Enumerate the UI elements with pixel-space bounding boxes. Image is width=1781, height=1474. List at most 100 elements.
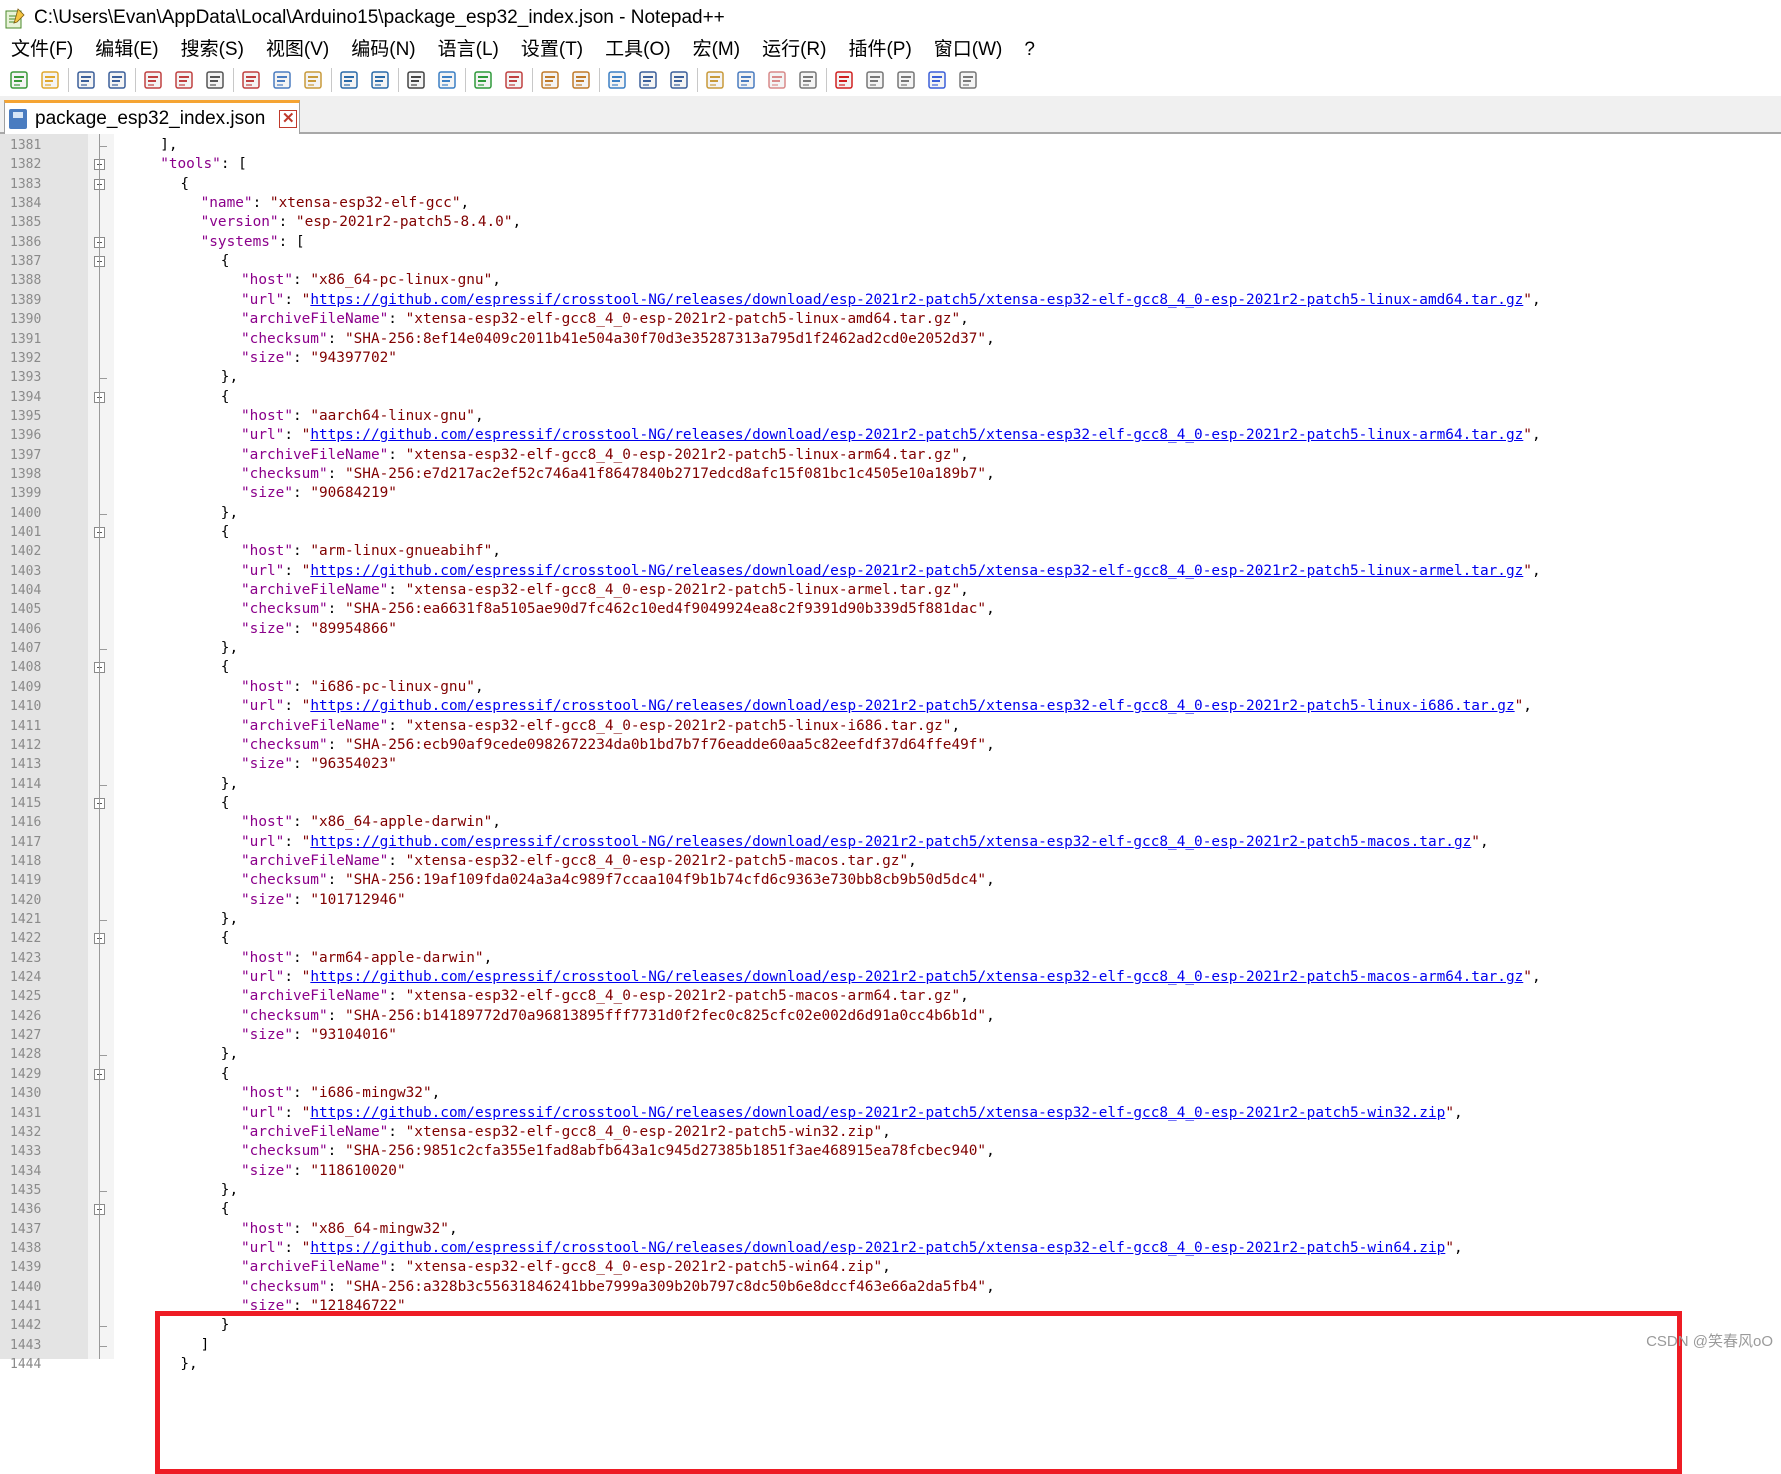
paste-icon[interactable] bbox=[300, 67, 326, 93]
url-link[interactable]: https://github.com/espressif/crosstool-N… bbox=[310, 698, 1514, 714]
menu-item-0[interactable]: 文件(F) bbox=[0, 36, 84, 64]
code-line[interactable]: { bbox=[221, 523, 230, 542]
sync-horizontal-icon[interactable] bbox=[568, 67, 594, 93]
code-line[interactable]: "host": "arm-linux-gnueabihf", bbox=[241, 542, 501, 561]
code-line[interactable]: { bbox=[221, 1065, 230, 1084]
menu-item-4[interactable]: 编码(N) bbox=[340, 36, 426, 64]
code-line[interactable]: "host": "x86_64-mingw32", bbox=[241, 1220, 458, 1239]
code-line[interactable]: "checksum": "SHA-256:e7d217ac2ef52c746a4… bbox=[241, 465, 995, 484]
code-line[interactable]: "checksum": "SHA-256:b14189772d70a968138… bbox=[241, 1007, 995, 1026]
menu-item-2[interactable]: 搜索(S) bbox=[170, 36, 255, 64]
code-line[interactable]: "size": "90684219" bbox=[241, 484, 397, 503]
tab-close-icon[interactable]: ✕ bbox=[279, 109, 298, 128]
code-line[interactable]: }, bbox=[221, 910, 238, 929]
url-link[interactable]: https://github.com/espressif/crosstool-N… bbox=[310, 834, 1471, 850]
code-line[interactable]: "size": "93104016" bbox=[241, 1026, 397, 1045]
code-line[interactable]: "checksum": "SHA-256:ea6631f8a5105ae90d7… bbox=[241, 600, 995, 619]
indent-guide-icon[interactable] bbox=[666, 67, 692, 93]
url-link[interactable]: https://github.com/espressif/crosstool-N… bbox=[310, 1105, 1445, 1121]
code-line[interactable]: "tools": [ bbox=[160, 155, 247, 174]
record-macro-icon[interactable] bbox=[831, 67, 857, 93]
menu-item-1[interactable]: 编辑(E) bbox=[84, 36, 169, 64]
folder-workspace-icon[interactable] bbox=[764, 67, 790, 93]
code-line[interactable]: "archiveFileName": "xtensa-esp32-elf-gcc… bbox=[241, 1258, 891, 1277]
code-line[interactable]: "size": "96354023" bbox=[241, 755, 397, 774]
code-line[interactable]: "url": "https://github.com/espressif/cro… bbox=[241, 968, 1541, 987]
code-line[interactable]: "host": "i686-pc-linux-gnu", bbox=[241, 678, 484, 697]
code-line[interactable]: "size": "94397702" bbox=[241, 349, 397, 368]
zoom-out-icon[interactable] bbox=[501, 67, 527, 93]
code-line[interactable]: "archiveFileName": "xtensa-esp32-elf-gcc… bbox=[241, 1123, 891, 1142]
code-line[interactable]: "host": "aarch64-linux-gnu", bbox=[241, 407, 484, 426]
code-line[interactable]: }, bbox=[221, 639, 238, 658]
url-link[interactable]: https://github.com/espressif/crosstool-N… bbox=[310, 1240, 1445, 1256]
code-line[interactable]: { bbox=[221, 929, 230, 948]
code-line[interactable]: { bbox=[221, 794, 230, 813]
redo-icon[interactable] bbox=[367, 67, 393, 93]
menu-item-9[interactable]: 运行(R) bbox=[751, 36, 837, 64]
code-line[interactable]: "url": "https://github.com/espressif/cro… bbox=[241, 697, 1532, 716]
monitoring-icon[interactable] bbox=[795, 67, 821, 93]
url-link[interactable]: https://github.com/espressif/crosstool-N… bbox=[310, 969, 1523, 985]
cut-icon[interactable] bbox=[238, 67, 264, 93]
menu-item-5[interactable]: 语言(L) bbox=[427, 36, 510, 64]
code-line[interactable]: "host": "arm64-apple-darwin", bbox=[241, 949, 492, 968]
code-line[interactable]: "url": "https://github.com/espressif/cro… bbox=[241, 1239, 1463, 1258]
save-all-icon[interactable] bbox=[104, 67, 130, 93]
word-wrap-icon[interactable] bbox=[604, 67, 630, 93]
code-line[interactable]: "size": "118610020" bbox=[241, 1162, 406, 1181]
code-line[interactable]: "url": "https://github.com/espressif/cro… bbox=[241, 1104, 1463, 1123]
code-line[interactable]: "host": "x86_64-apple-darwin", bbox=[241, 813, 501, 832]
undo-icon[interactable] bbox=[336, 67, 362, 93]
save-icon[interactable] bbox=[73, 67, 99, 93]
copy-icon[interactable] bbox=[269, 67, 295, 93]
menu-item-10[interactable]: 插件(P) bbox=[837, 36, 922, 64]
code-line[interactable]: }, bbox=[221, 368, 238, 387]
code-line[interactable]: "archiveFileName": "xtensa-esp32-elf-gcc… bbox=[241, 987, 969, 1006]
code-line[interactable]: "archiveFileName": "xtensa-esp32-elf-gcc… bbox=[241, 852, 917, 871]
code-line[interactable]: "name": "xtensa-esp32-elf-gcc", bbox=[201, 194, 470, 213]
code-line[interactable]: "checksum": "SHA-256:a328b3c55631846241b… bbox=[241, 1278, 995, 1297]
code-line[interactable]: { bbox=[221, 388, 230, 407]
code-line[interactable]: "checksum": "SHA-256:ecb90af9cede0982672… bbox=[241, 736, 995, 755]
menu-item-8[interactable]: 宏(M) bbox=[682, 36, 751, 64]
code-line[interactable]: "url": "https://github.com/espressif/cro… bbox=[241, 562, 1541, 581]
code-line[interactable]: { bbox=[221, 1200, 230, 1219]
fold-margin[interactable] bbox=[88, 134, 114, 1359]
zoom-in-icon[interactable] bbox=[470, 67, 496, 93]
close-all-icon[interactable] bbox=[171, 67, 197, 93]
menu-item-6[interactable]: 设置(T) bbox=[510, 36, 594, 64]
open-file-icon[interactable] bbox=[37, 67, 63, 93]
save-macro-icon[interactable] bbox=[955, 67, 981, 93]
code-line[interactable]: { bbox=[221, 658, 230, 677]
code-line[interactable]: "archiveFileName": "xtensa-esp32-elf-gcc… bbox=[241, 310, 969, 329]
code-line[interactable]: }, bbox=[221, 1045, 238, 1064]
code-line[interactable]: "systems": [ bbox=[201, 233, 305, 252]
code-line[interactable]: "archiveFileName": "xtensa-esp32-elf-gcc… bbox=[241, 446, 969, 465]
code-line[interactable]: "url": "https://github.com/espressif/cro… bbox=[241, 833, 1489, 852]
menu-item-12[interactable]: ? bbox=[1013, 36, 1046, 64]
new-file-icon[interactable] bbox=[6, 67, 32, 93]
document-map-icon[interactable] bbox=[733, 67, 759, 93]
code-line[interactable]: { bbox=[180, 175, 189, 194]
menu-item-11[interactable]: 窗口(W) bbox=[923, 36, 1014, 64]
print-icon[interactable] bbox=[202, 67, 228, 93]
code-line[interactable]: "size": "101712946" bbox=[241, 891, 406, 910]
function-list-icon[interactable] bbox=[702, 67, 728, 93]
code-line[interactable]: ], bbox=[160, 136, 177, 155]
code-line[interactable]: "host": "x86_64-pc-linux-gnu", bbox=[241, 271, 501, 290]
close-icon[interactable] bbox=[140, 67, 166, 93]
code-line[interactable]: "checksum": "SHA-256:19af109fda024a3a4c9… bbox=[241, 871, 995, 890]
tab-package-esp32-index[interactable]: package_esp32_index.json ✕ bbox=[4, 100, 300, 134]
code-line[interactable]: }, bbox=[221, 1181, 238, 1200]
code-line[interactable]: "checksum": "SHA-256:9851c2cfa355e1fad8a… bbox=[241, 1142, 995, 1161]
sync-vertical-icon[interactable] bbox=[537, 67, 563, 93]
stop-recording-icon[interactable] bbox=[862, 67, 888, 93]
code-line[interactable]: "size": "89954866" bbox=[241, 620, 397, 639]
replace-icon[interactable] bbox=[434, 67, 460, 93]
run-macro-multiple-icon[interactable] bbox=[924, 67, 950, 93]
find-icon[interactable] bbox=[403, 67, 429, 93]
playback-macro-icon[interactable] bbox=[893, 67, 919, 93]
code-editor[interactable]: 1381 1382 1383 1384 1385 1386 1387 1388 1389 1390… bbox=[0, 134, 1781, 1474]
url-link[interactable]: https://github.com/espressif/crosstool-N… bbox=[310, 427, 1523, 443]
